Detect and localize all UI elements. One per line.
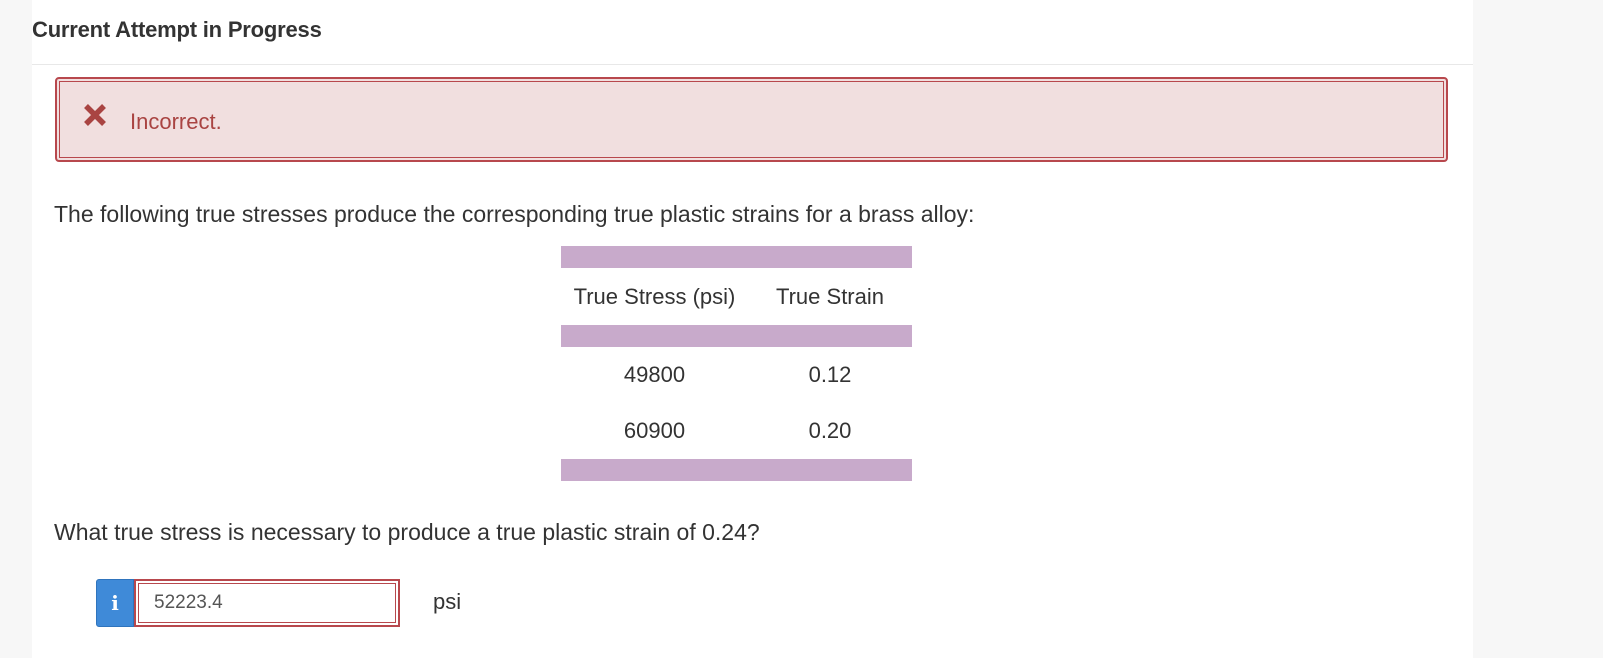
x-mark-icon: [84, 104, 106, 126]
table-band-top: [561, 246, 912, 268]
answer-input-group: i: [96, 579, 400, 627]
header-divider: [32, 64, 1473, 65]
table-band-middle: [561, 325, 912, 347]
attempt-panel: Current Attempt in Progress Incorrect. T…: [32, 0, 1473, 658]
problem-intro: The following true stresses produce the …: [54, 201, 975, 227]
feedback-status-text: Incorrect.: [130, 109, 222, 134]
page-title: Current Attempt in Progress: [32, 17, 322, 42]
table-header-row: True Stress (psi) True Strain: [561, 268, 912, 325]
table-cell-stress: 49800: [623, 362, 686, 387]
question-text: What true stress is necessary to produce…: [54, 519, 760, 545]
table-row: 49800 0.12: [561, 347, 912, 403]
table-cell-strain: 0.12: [808, 362, 852, 387]
table-row: 60900 0.20: [561, 403, 912, 459]
table-band-bottom: [561, 459, 912, 481]
feedback-alert: Incorrect.: [55, 77, 1448, 162]
answer-unit: psi: [433, 589, 462, 614]
answer-field[interactable]: [134, 579, 400, 627]
table-header-true-strain: True Strain: [775, 283, 884, 309]
table-header-true-stress: True Stress (psi): [573, 283, 736, 309]
info-icon[interactable]: i: [96, 579, 134, 627]
table-cell-strain: 0.20: [808, 418, 852, 443]
stress-strain-table: True Stress (psi) True Strain 49800 0.12…: [561, 246, 912, 481]
table-cell-stress: 60900: [623, 418, 686, 443]
